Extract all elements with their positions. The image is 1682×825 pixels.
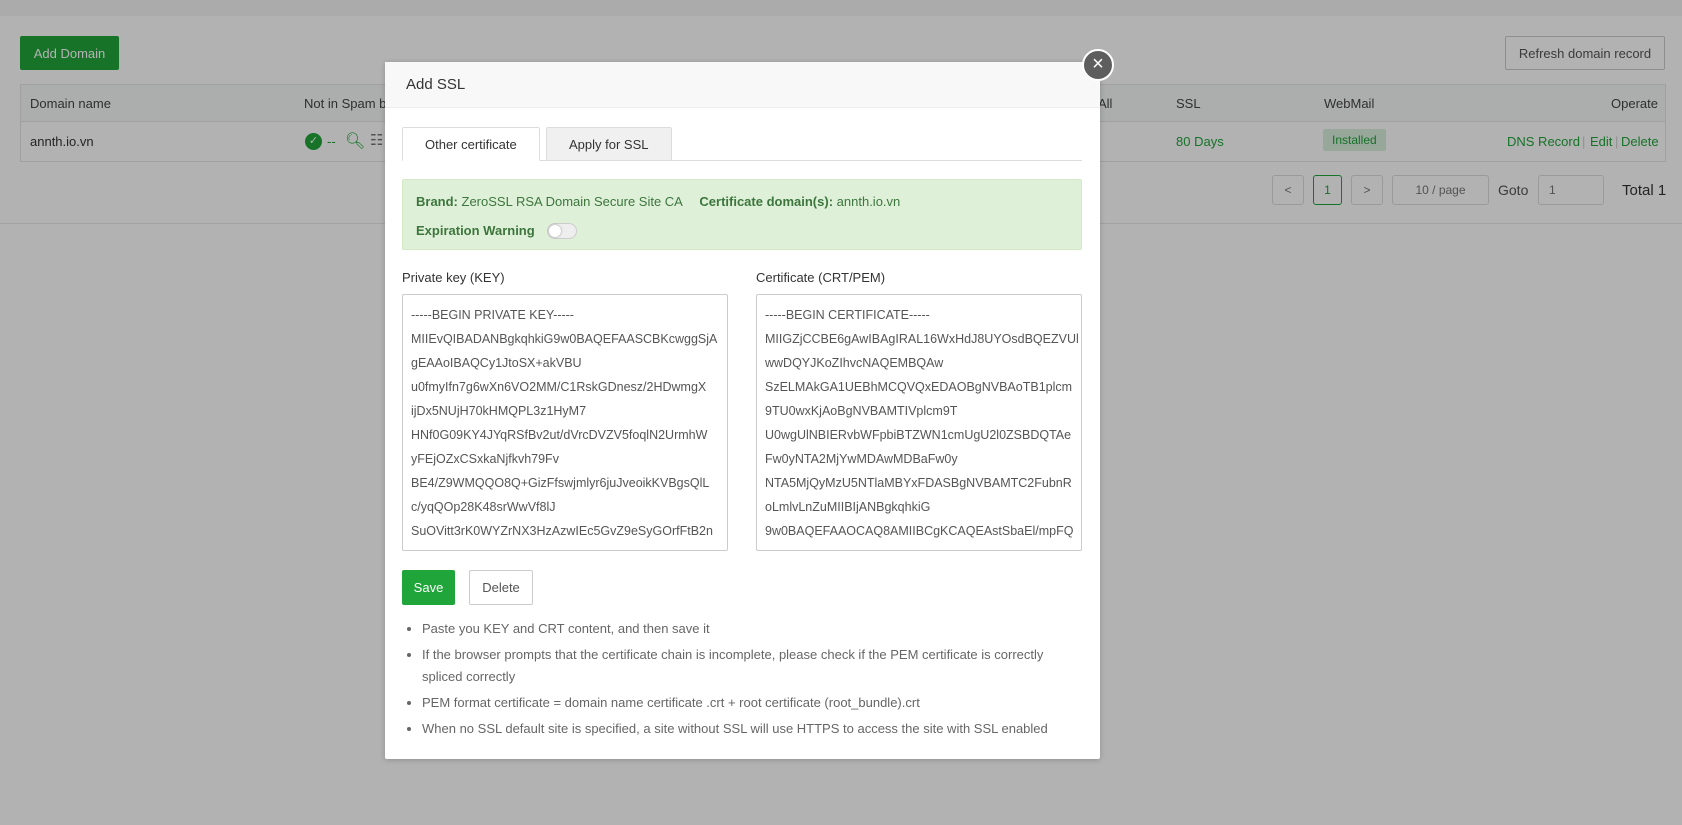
tab-other-certificate[interactable]: Other certificate (402, 127, 540, 161)
toggle-knob (549, 225, 561, 237)
certificate-info-line: Brand: ZeroSSL RSA Domain Secure Site CA… (416, 194, 900, 209)
tips-list: Paste you KEY and CRT content, and then … (422, 618, 1082, 744)
certificate-label: Certificate (CRT/PEM) (756, 270, 886, 285)
brand-value: ZeroSSL RSA Domain Secure Site CA (461, 194, 683, 209)
save-button[interactable]: Save (402, 570, 455, 605)
close-icon[interactable]: × (1082, 49, 1114, 81)
certificate-textarea[interactable]: -----BEGIN CERTIFICATE----- MIIGZjCCBE6g… (756, 294, 1082, 551)
certificate-info-box: Brand: ZeroSSL RSA Domain Secure Site CA… (402, 179, 1082, 250)
ssl-tabs: Other certificate Apply for SSL (402, 127, 1082, 161)
brand-label: Brand: (416, 194, 458, 209)
tip-item: When no SSL default site is specified, a… (422, 718, 1082, 740)
tab-apply-for-ssl[interactable]: Apply for SSL (546, 127, 672, 161)
certificate-domains-value: annth.io.vn (836, 194, 901, 209)
certificate-domains-label: Certificate domain(s): (699, 194, 834, 209)
add-ssl-dialog: Add SSL × Other certificate Apply for SS… (385, 49, 1114, 759)
delete-button[interactable]: Delete (469, 570, 533, 605)
tip-item: Paste you KEY and CRT content, and then … (422, 618, 1082, 640)
expiration-warning-label: Expiration Warning (416, 223, 535, 238)
dialog-header: Add SSL (385, 62, 1100, 108)
tip-item: If the browser prompts that the certific… (422, 644, 1082, 688)
tip-item: PEM format certificate = domain name cer… (422, 692, 1082, 714)
expiration-warning-row: Expiration Warning (416, 223, 535, 238)
private-key-label: Private key (KEY) (402, 270, 505, 285)
expiration-warning-toggle[interactable] (547, 223, 577, 239)
private-key-textarea[interactable]: -----BEGIN PRIVATE KEY----- MIIEvQIBADAN… (402, 294, 728, 551)
dialog-title: Add SSL (406, 76, 466, 93)
